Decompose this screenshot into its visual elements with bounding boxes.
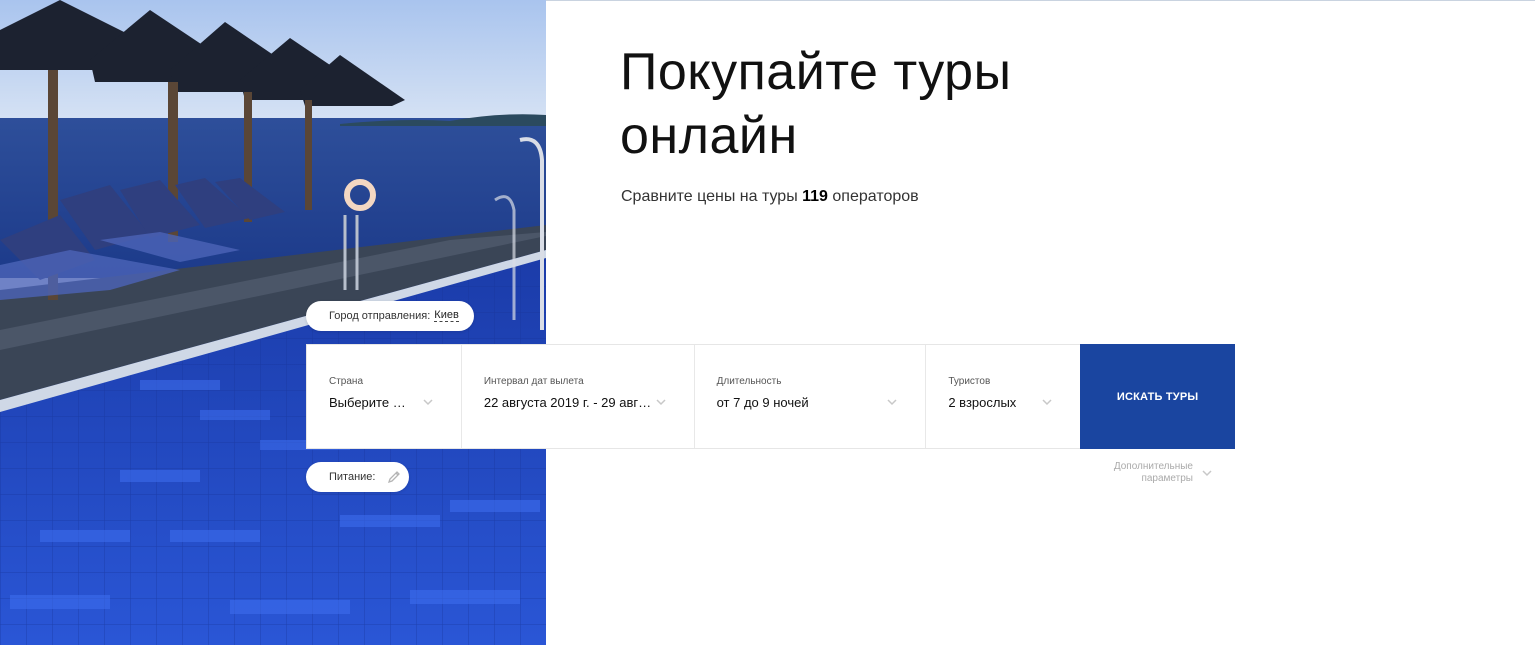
chevron-down-icon xyxy=(423,399,433,406)
more-params-toggle[interactable]: Дополнительные параметры xyxy=(1090,461,1212,485)
tourists-label: Туристов xyxy=(948,376,991,387)
chevron-down-icon xyxy=(887,399,897,406)
dates-value: 22 августа 2019 г. - 29 августа 2019 г. xyxy=(483,395,652,410)
food-label: Питание: xyxy=(329,471,376,483)
departure-dates-select[interactable]: Интервал дат вылета 22 августа 2019 г. -… xyxy=(462,345,695,448)
search-tours-button[interactable]: ИСКАТЬ ТУРЫ xyxy=(1080,344,1236,449)
tourists-value: 2 взрослых xyxy=(948,395,1017,410)
food-selector[interactable]: Питание: xyxy=(306,462,409,492)
operators-count: 119 xyxy=(802,188,828,205)
subtitle-suffix: операторов xyxy=(832,188,919,205)
chevron-down-icon xyxy=(1202,470,1212,477)
page: Покупайте туры онлайн Сравните цены на т… xyxy=(0,0,1535,645)
chevron-down-icon xyxy=(1042,399,1052,406)
duration-select[interactable]: Длительность от 7 до 9 ночей xyxy=(695,345,927,448)
departure-city-value[interactable]: Киев xyxy=(434,310,459,322)
subtitle-prefix: Сравните цены на туры xyxy=(621,188,798,205)
more-params-label: Дополнительные параметры xyxy=(1113,461,1193,484)
top-divider xyxy=(546,0,1535,1)
page-title-line2: онлайн xyxy=(620,107,798,165)
dates-label: Интервал дат вылета xyxy=(483,376,584,387)
departure-city-selector[interactable]: Город отправления: Киев xyxy=(306,301,474,331)
country-label: Страна xyxy=(329,376,364,387)
tourists-select[interactable]: Туристов 2 взрослых xyxy=(926,345,1080,448)
page-title-line1: Покупайте туры xyxy=(620,43,1012,101)
country-value: Выберите страну xyxy=(329,395,409,410)
page-subtitle: Сравните цены на туры 119 операторов xyxy=(621,188,919,206)
departure-city-label: Город отправления: xyxy=(329,310,431,322)
tour-search-form: Страна Выберите страну Интервал дат выле… xyxy=(306,344,1236,449)
pencil-icon xyxy=(388,471,401,484)
page-title: Покупайте туры онлайн xyxy=(620,40,1140,168)
duration-label: Длительность xyxy=(716,376,782,387)
chevron-down-icon xyxy=(656,399,666,406)
country-select[interactable]: Страна Выберите страну xyxy=(307,345,462,448)
